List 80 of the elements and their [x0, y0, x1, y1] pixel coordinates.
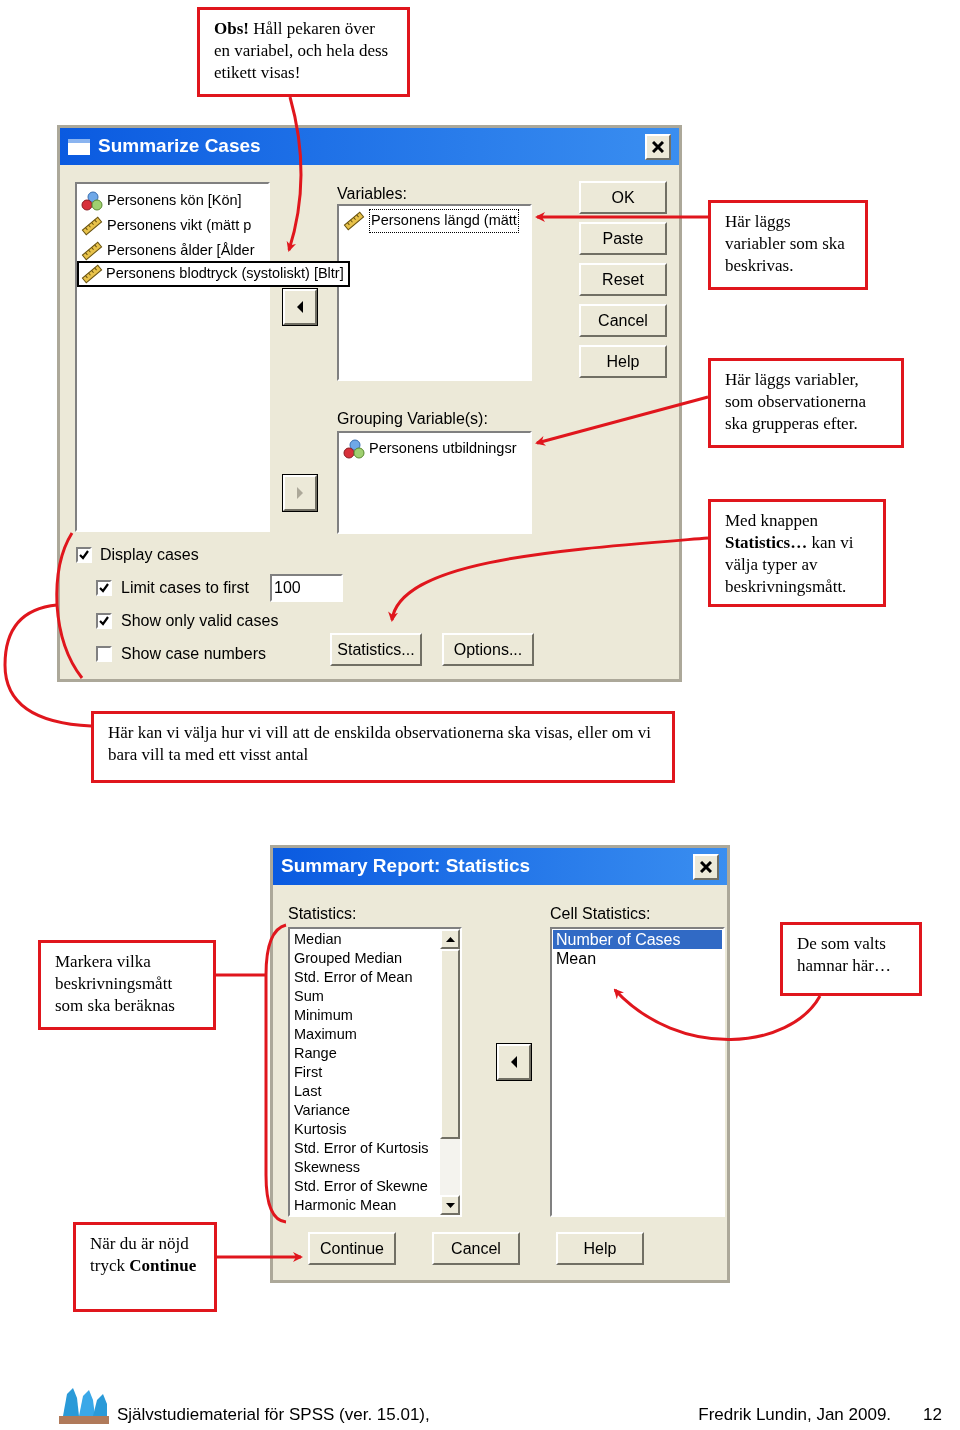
- dialog-button[interactable]: Reset: [579, 263, 667, 296]
- window-icon: [68, 138, 90, 155]
- checkbox[interactable]: [76, 546, 92, 563]
- checkbox[interactable]: [96, 645, 112, 662]
- checkbox-label: Show case numbers: [121, 643, 266, 664]
- footer-text: Fredrik Lundin, Jan 2009.: [698, 1404, 892, 1426]
- field-label: Cell Statistics:: [550, 904, 652, 924]
- checkbox-label: Limit cases to first: [121, 577, 250, 598]
- check-icon: [99, 615, 109, 626]
- list-item[interactable]: Personens utbildningsr: [343, 437, 530, 461]
- dialog-button[interactable]: Statistics...: [330, 633, 422, 666]
- dialog-button[interactable]: Help: [556, 1232, 644, 1265]
- list-item[interactable]: Std. Error of Mean: [294, 968, 440, 987]
- callout-text: De som valts hamnar här…: [797, 934, 891, 975]
- callout-text: Här läggs variabler, som observationerna ska grupperas efter.: [725, 370, 867, 433]
- field-label: Statistics:: [288, 904, 358, 924]
- callout-text: När du är nöjd tryck Continue: [90, 1234, 197, 1275]
- dialog-button[interactable]: Continue: [308, 1232, 396, 1265]
- window-title: Summarize Cases: [98, 134, 261, 159]
- scrollbar[interactable]: [440, 929, 460, 1215]
- limit-field[interactable]: 100: [270, 573, 344, 602]
- variable-tooltip: Personens blodtryck (systoliskt) [Bltr]: [77, 261, 350, 287]
- close-icon: [700, 860, 712, 873]
- field-label: Variables:: [337, 184, 408, 204]
- nominal-variable-icon: [343, 439, 365, 459]
- list-item[interactable]: Last: [294, 1082, 440, 1101]
- list-item[interactable]: Range: [294, 1044, 440, 1063]
- list-item[interactable]: Std. Error of Kurtosis: [294, 1139, 440, 1158]
- list-item[interactable]: Std. Error of Skewne: [294, 1177, 440, 1196]
- dialog-button[interactable]: Help: [579, 345, 667, 378]
- dialog-button[interactable]: Cancel: [579, 304, 667, 337]
- list-item[interactable]: Kurtosis: [294, 1120, 440, 1139]
- checkbox-label: Display cases: [100, 544, 199, 565]
- left-arrow-icon: [509, 1055, 519, 1069]
- dialog-button[interactable]: Options...: [442, 633, 534, 666]
- scroll-thumb[interactable]: [440, 949, 460, 1139]
- nominal-variable-icon: [81, 190, 103, 211]
- list-item[interactable]: Median: [294, 930, 440, 949]
- ruler-icon: [81, 264, 103, 284]
- move-button[interactable]: [497, 1044, 531, 1080]
- window-title: Summary Report: Statistics: [281, 854, 531, 879]
- list-item[interactable]: Personens kön [Kön]: [81, 188, 268, 213]
- callout-text: Här kan vi välja hur vi vill att de enskilda observationerna ska visas, eller om vi bara vill ta med ett visst antal: [108, 723, 651, 764]
- dialog-button[interactable]: Cancel: [432, 1232, 520, 1265]
- down-arrow-icon: [445, 1202, 455, 1208]
- callout-text: Markera vilka beskrivningsmått som ska beräknas: [55, 952, 175, 1015]
- footer-text: Självstudiematerial för SPSS (ver. 15.01),: [117, 1404, 430, 1426]
- list-item[interactable]: Harmonic Mean: [294, 1196, 440, 1215]
- list-item[interactable]: Minimum: [294, 1006, 440, 1025]
- close-button[interactable]: [645, 133, 671, 160]
- up-arrow-icon: [445, 936, 455, 942]
- list-item[interactable]: Skewness: [294, 1158, 440, 1177]
- close-icon: [652, 140, 664, 153]
- callout-text: Med knappen Statistics… kan vi välja typer av beskrivningsmått.: [725, 511, 854, 596]
- list-item[interactable]: First: [294, 1063, 440, 1082]
- left-arrow-icon: [295, 300, 305, 314]
- check-icon: [99, 582, 109, 593]
- scroll-down-button[interactable]: [440, 1195, 460, 1215]
- callout-text: Här läggs variabler som ska beskrivas.: [725, 212, 845, 275]
- list-item[interactable]: Grouped Median: [294, 949, 440, 968]
- list-item[interactable]: Personens vikt (mätt p: [81, 213, 268, 238]
- list-item[interactable]: Number of Cases: [553, 930, 722, 949]
- dialog-button[interactable]: OK: [579, 181, 667, 214]
- dialog-button[interactable]: Paste: [579, 222, 667, 255]
- check-icon: [79, 549, 89, 560]
- field-label: Grouping Variable(s):: [337, 409, 489, 429]
- list-item[interactable]: Sum: [294, 987, 440, 1006]
- list-item[interactable]: Personens ålder [Ålder: [81, 238, 268, 263]
- right-arrow-icon: [295, 486, 305, 500]
- page-number: 12: [923, 1404, 942, 1426]
- checkbox-label: Show only valid cases: [121, 610, 279, 631]
- callout-text: Obs! Håll pekaren över en variabel, och hela dess etikett visas!: [214, 19, 389, 82]
- scroll-up-button[interactable]: [440, 929, 460, 949]
- list-item[interactable]: Variance: [294, 1101, 440, 1120]
- list-item[interactable]: Maximum: [294, 1025, 440, 1044]
- move-button[interactable]: [283, 289, 317, 325]
- list-item[interactable]: Mean: [553, 949, 722, 968]
- checkbox[interactable]: [96, 612, 112, 629]
- checkbox[interactable]: [96, 579, 112, 596]
- close-button[interactable]: [693, 853, 719, 880]
